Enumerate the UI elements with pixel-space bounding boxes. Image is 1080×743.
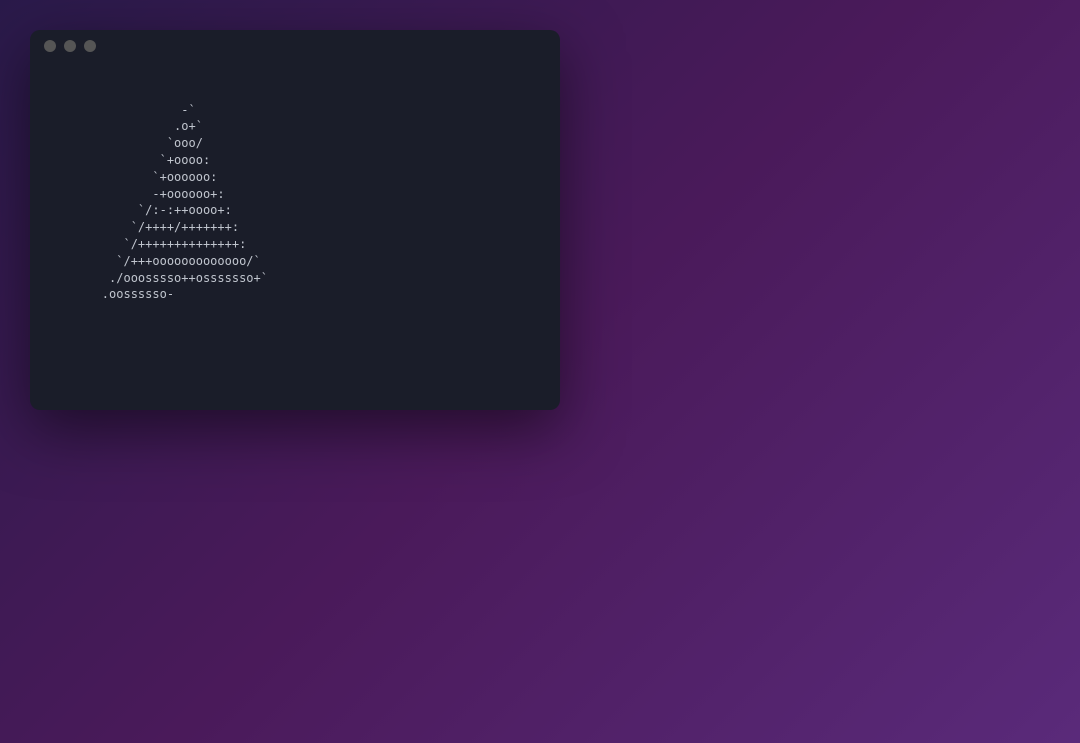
terminal-window: -` .o+` `ooo/ `+oooo: `+oooooo:: [30, 30, 560, 410]
traffic-lights[interactable]: [44, 40, 96, 52]
terminal-output[interactable]: -` .o+` `ooo/ `+oooo: `+oooooo:: [30, 62, 560, 309]
